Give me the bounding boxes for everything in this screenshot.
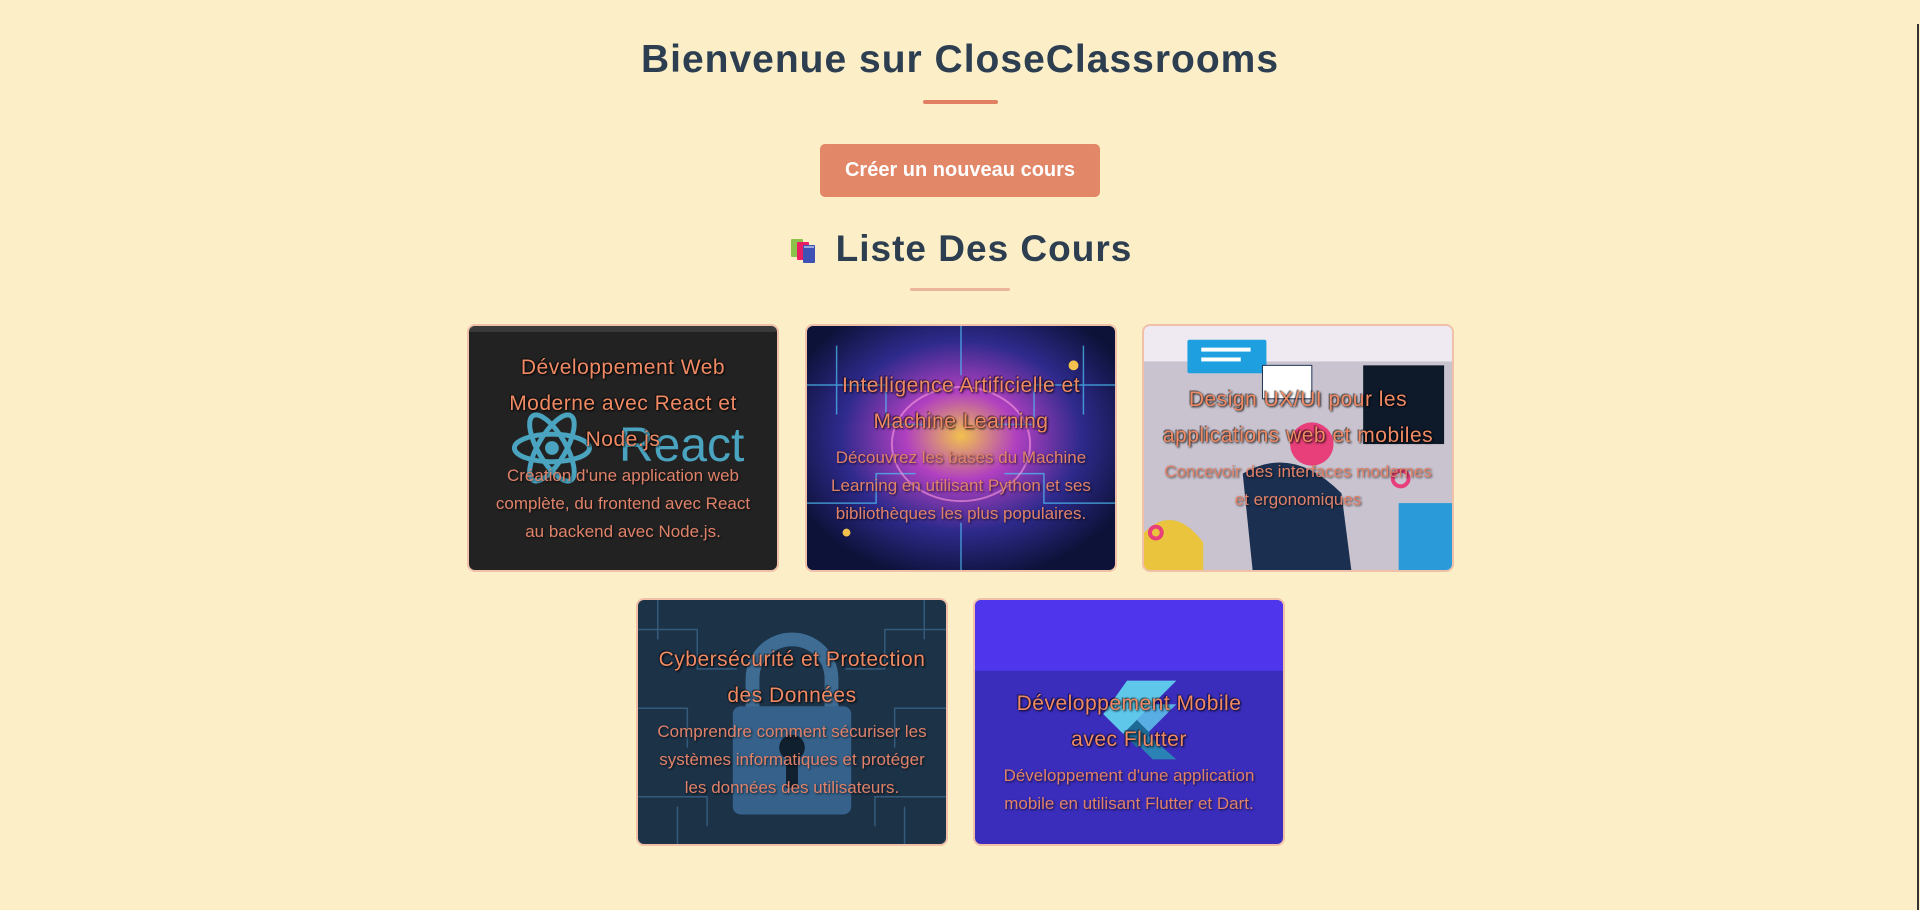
card-description: Découvrez les bases du Machine Learning … xyxy=(831,448,1091,523)
card-description: Création d'une application web complète,… xyxy=(495,466,751,541)
card-title: Design UX/UI pour les applications web e… xyxy=(1162,388,1434,447)
card-content: Développement Web Moderne avec React et … xyxy=(469,326,777,570)
card-description: Comprendre comment sécuriser les système… xyxy=(657,722,927,797)
section-header: Liste Des Cours xyxy=(0,228,1920,271)
page: Bienvenue sur CloseClassrooms Créer un n… xyxy=(0,0,1920,910)
card-description: Concevoir des interfaces modernes et erg… xyxy=(1164,462,1432,509)
create-course-button[interactable]: Créer un nouveau cours xyxy=(820,144,1100,197)
scrollbar[interactable] xyxy=(1917,24,1919,910)
books-icon xyxy=(788,233,820,265)
course-card-react[interactable]: React Développement Web Moderne avec Rea… xyxy=(467,324,779,572)
card-description: Développement d'une application mobile e… xyxy=(1003,766,1255,813)
section-title-text: Liste Des Cours xyxy=(835,228,1133,269)
card-title: Développement Mobile avec Flutter xyxy=(1016,692,1242,751)
course-card-cybersecurity[interactable]: Cybersécurité et Protection des Données … xyxy=(636,598,948,846)
course-card-ux-ui[interactable]: Design UX/UI pour les applications web e… xyxy=(1142,324,1454,572)
section-underline xyxy=(910,288,1010,291)
page-title: Bienvenue sur CloseClassrooms xyxy=(640,38,1280,81)
card-content: Design UX/UI pour les applications web e… xyxy=(1144,326,1452,570)
card-content: Développement Mobile avec Flutter Dévelo… xyxy=(975,600,1283,844)
card-title: Cybersécurité et Protection des Données xyxy=(658,648,926,707)
course-card-flutter[interactable]: Développement Mobile avec Flutter Dévelo… xyxy=(973,598,1285,846)
card-title: Intelligence Artificielle et Machine Lea… xyxy=(841,374,1081,433)
card-content: Intelligence Artificielle et Machine Lea… xyxy=(807,326,1115,570)
course-card-ai[interactable]: Intelligence Artificielle et Machine Lea… xyxy=(805,324,1117,572)
section-title: Liste Des Cours xyxy=(788,228,1133,270)
title-underline xyxy=(923,100,998,104)
card-title: Développement Web Moderne avec React et … xyxy=(509,356,737,451)
card-content: Cybersécurité et Protection des Données … xyxy=(638,600,946,844)
